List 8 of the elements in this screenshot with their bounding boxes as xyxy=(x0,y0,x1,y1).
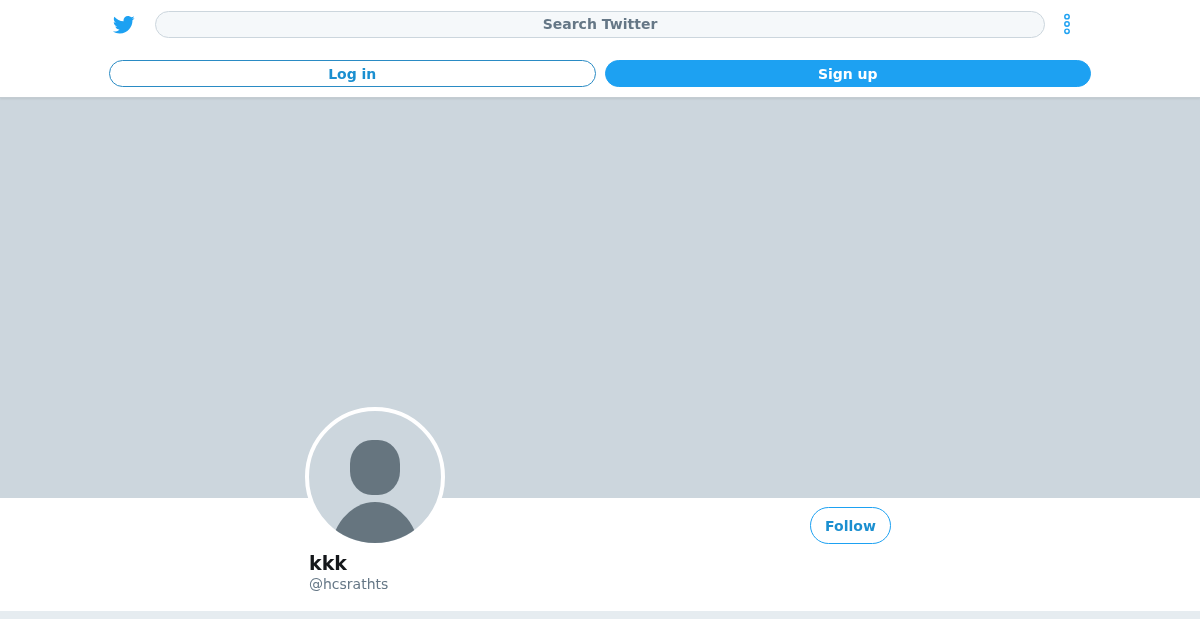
profile-name: kkk xyxy=(309,552,347,575)
log-in-button[interactable]: Log in xyxy=(109,60,596,87)
search-field[interactable]: Search Twitter xyxy=(155,10,1045,38)
profile-handle: @hcsrathts xyxy=(309,575,389,593)
follow-button[interactable]: Follow xyxy=(810,507,891,544)
more-options-icon[interactable] xyxy=(1063,13,1071,35)
bird-logo-icon[interactable] xyxy=(112,14,135,34)
sign-up-button[interactable]: Sign up xyxy=(604,60,1091,87)
